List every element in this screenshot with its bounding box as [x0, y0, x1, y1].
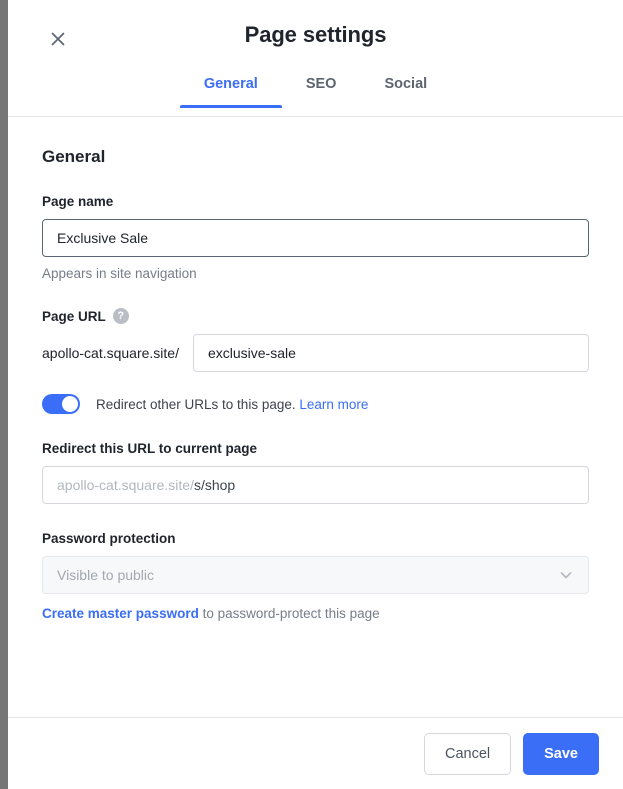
- page-url-row: apollo-cat.square.site/: [42, 334, 589, 372]
- page-settings-dialog: Page settings General SEO Social General…: [8, 0, 623, 789]
- password-visibility-value: Visible to public: [57, 567, 155, 583]
- page-name-help-text: Appears in site navigation: [42, 266, 197, 281]
- tab-general[interactable]: General: [179, 72, 282, 108]
- chevron-down-icon: [558, 567, 574, 583]
- page-url-input-wrap: [192, 334, 589, 372]
- field-page-name: Page name Appears in site navigation: [42, 194, 589, 281]
- password-footnote-rest: to password-protect this page: [198, 606, 380, 621]
- page-name-label-text: Page name: [42, 194, 114, 209]
- redirect-url-label-text: Redirect this URL to current page: [42, 441, 258, 456]
- learn-more-link[interactable]: Learn more: [299, 397, 368, 412]
- redirect-toggle-label: Redirect other URLs to this page. Learn …: [96, 397, 368, 412]
- password-protection-label-text: Password protection: [42, 531, 176, 546]
- redirect-url-placeholder-prefix: apollo-cat.square.site/: [57, 477, 194, 493]
- create-master-password-link[interactable]: Create master password: [42, 606, 199, 621]
- redirect-other-urls-toggle[interactable]: [42, 394, 80, 414]
- redirect-toggle-row: Redirect other URLs to this page. Learn …: [42, 394, 589, 414]
- page-background-edge: [0, 0, 8, 789]
- page-name-input[interactable]: [42, 219, 589, 257]
- page-url-prefix: apollo-cat.square.site/: [42, 345, 179, 361]
- redirect-url-input[interactable]: apollo-cat.square.site/s/shop: [42, 466, 589, 504]
- field-page-url: Page URL ? apollo-cat.square.site/: [42, 308, 589, 372]
- redirect-toggle-label-text: Redirect other URLs to this page.: [96, 396, 296, 412]
- question-mark-icon[interactable]: ?: [112, 308, 129, 324]
- settings-tabs: General SEO Social: [8, 72, 623, 108]
- tab-social[interactable]: Social: [360, 72, 451, 108]
- page-url-label: Page URL ?: [42, 308, 589, 324]
- dialog-header: Page settings General SEO Social: [8, 0, 623, 117]
- dialog-title: Page settings: [244, 22, 387, 47]
- password-footnote: Create master password to password-prote…: [42, 606, 589, 621]
- page-url-slug-input[interactable]: [192, 334, 589, 372]
- redirect-url-label: Redirect this URL to current page: [42, 441, 589, 456]
- dialog-body: General Page name Appears in site naviga…: [8, 117, 623, 717]
- page-name-label: Page name: [42, 194, 589, 209]
- field-redirect-url: Redirect this URL to current page apollo…: [42, 441, 589, 504]
- password-protection-label: Password protection: [42, 531, 589, 546]
- redirect-url-placeholder-path: s/shop: [193, 477, 236, 493]
- dialog-footer: Cancel Save: [8, 717, 623, 789]
- toggle-knob: [62, 396, 78, 412]
- save-button[interactable]: Save: [523, 732, 599, 775]
- password-visibility-select[interactable]: Visible to public: [42, 556, 589, 594]
- page-url-label-text: Page URL: [42, 308, 106, 324]
- field-password-protection: Password protection Visible to public Cr…: [42, 531, 589, 621]
- tab-seo[interactable]: SEO: [282, 72, 361, 108]
- cancel-button[interactable]: Cancel: [423, 732, 512, 775]
- section-title-general: General: [42, 147, 106, 166]
